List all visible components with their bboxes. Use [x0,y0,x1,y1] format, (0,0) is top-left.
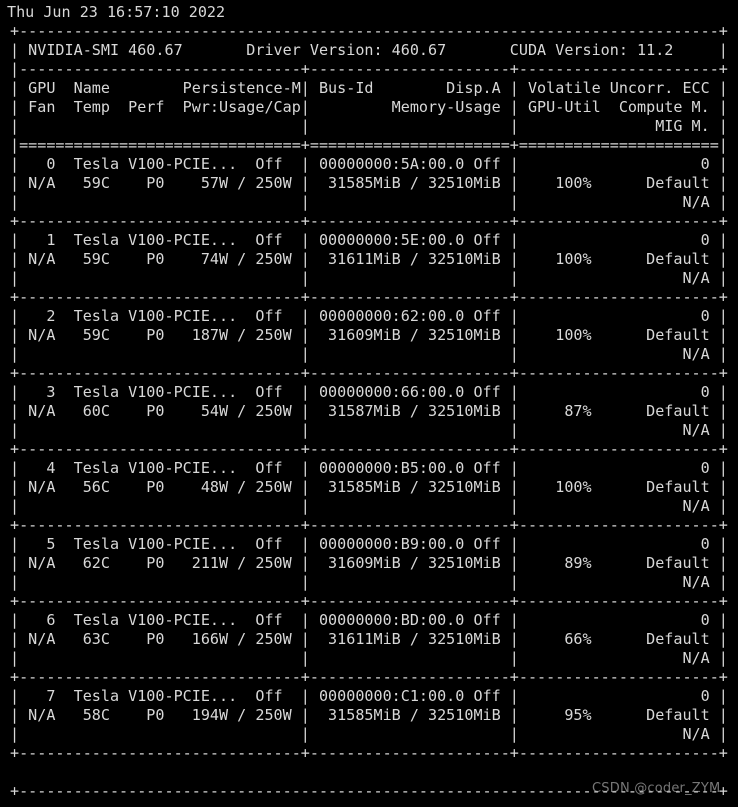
gpu-row-1-line-1: | 1 Tesla V100-PCIE... Off | 00000000:5E… [10,231,728,249]
timestamp-line: Thu Jun 23 16:57:10 2022 [7,3,226,21]
gpu-row-6-line-1: | 6 Tesla V100-PCIE... Off | 00000000:BD… [10,611,728,629]
gpu-row-0-line-1: | 0 Tesla V100-PCIE... Off | 00000000:5A… [10,155,728,173]
gpu-row-2-line-3: | | | N/A | [10,345,728,363]
gpu-row-0-separator: +-------------------------------+-------… [10,212,728,230]
gpu-row-6-line-3: | | | N/A | [10,649,728,667]
gpu-row-7-line-2: | N/A 58C P0 194W / 250W | 31585MiB / 32… [10,706,728,724]
header-divider-2: |===============================+=======… [10,136,728,154]
gpu-row-2-separator: +-------------------------------+-------… [10,364,728,382]
column-header-row-1: | GPU Name Persistence-M| Bus-Id Disp.A … [10,79,728,97]
gpu-row-2-line-2: | N/A 59C P0 187W / 250W | 31609MiB / 32… [10,326,728,344]
gpu-row-4-line-2: | N/A 56C P0 48W / 250W | 31585MiB / 325… [10,478,728,496]
header-divider-1: |-------------------------------+-------… [10,60,728,78]
gpu-row-0-line-2: | N/A 59C P0 57W / 250W | 31585MiB / 325… [10,174,728,192]
column-header-row-3: | | | MIG M. | [10,117,728,135]
table-bottom-border: +-------------------------------+-------… [10,744,728,762]
gpu-row-7-line-3: | | | N/A | [10,725,728,743]
terminal-window[interactable]: Thu Jun 23 16:57:10 2022 +--------------… [0,0,738,807]
gpu-row-1-line-3: | | | N/A | [10,269,728,287]
smi-version-line: | NVIDIA-SMI 460.67 Driver Version: 460.… [10,41,728,59]
gpu-row-3-line-3: | | | N/A | [10,421,728,439]
gpu-row-4-line-1: | 4 Tesla V100-PCIE... Off | 00000000:B5… [10,459,728,477]
gpu-row-6-separator: +-------------------------------+-------… [10,668,728,686]
gpu-row-5-line-3: | | | N/A | [10,573,728,591]
gpu-row-1-line-2: | N/A 59C P0 74W / 250W | 31611MiB / 325… [10,250,728,268]
gpu-row-3-line-2: | N/A 60C P0 54W / 250W | 31587MiB / 325… [10,402,728,420]
gpu-row-5-separator: +-------------------------------+-------… [10,592,728,610]
table-top-border: +---------------------------------------… [10,22,728,40]
gpu-row-3-line-1: | 3 Tesla V100-PCIE... Off | 00000000:66… [10,383,728,401]
gpu-row-6-line-2: | N/A 63C P0 166W / 250W | 31611MiB / 32… [10,630,728,648]
processes-top-border: +---------------------------------------… [10,782,728,800]
gpu-row-3-separator: +-------------------------------+-------… [10,440,728,458]
gpu-row-4-line-3: | | | N/A | [10,497,728,515]
gpu-row-5-line-2: | N/A 62C P0 211W / 250W | 31609MiB / 32… [10,554,728,572]
gpu-row-1-separator: +-------------------------------+-------… [10,288,728,306]
gpu-row-0-line-3: | | | N/A | [10,193,728,211]
column-header-row-2: | Fan Temp Perf Pwr:Usage/Cap| Memory-Us… [10,98,728,116]
gpu-row-2-line-1: | 2 Tesla V100-PCIE... Off | 00000000:62… [10,307,728,325]
gpu-row-7-line-1: | 7 Tesla V100-PCIE... Off | 00000000:C1… [10,687,728,705]
gpu-row-5-line-1: | 5 Tesla V100-PCIE... Off | 00000000:B9… [10,535,728,553]
gpu-row-4-separator: +-------------------------------+-------… [10,516,728,534]
